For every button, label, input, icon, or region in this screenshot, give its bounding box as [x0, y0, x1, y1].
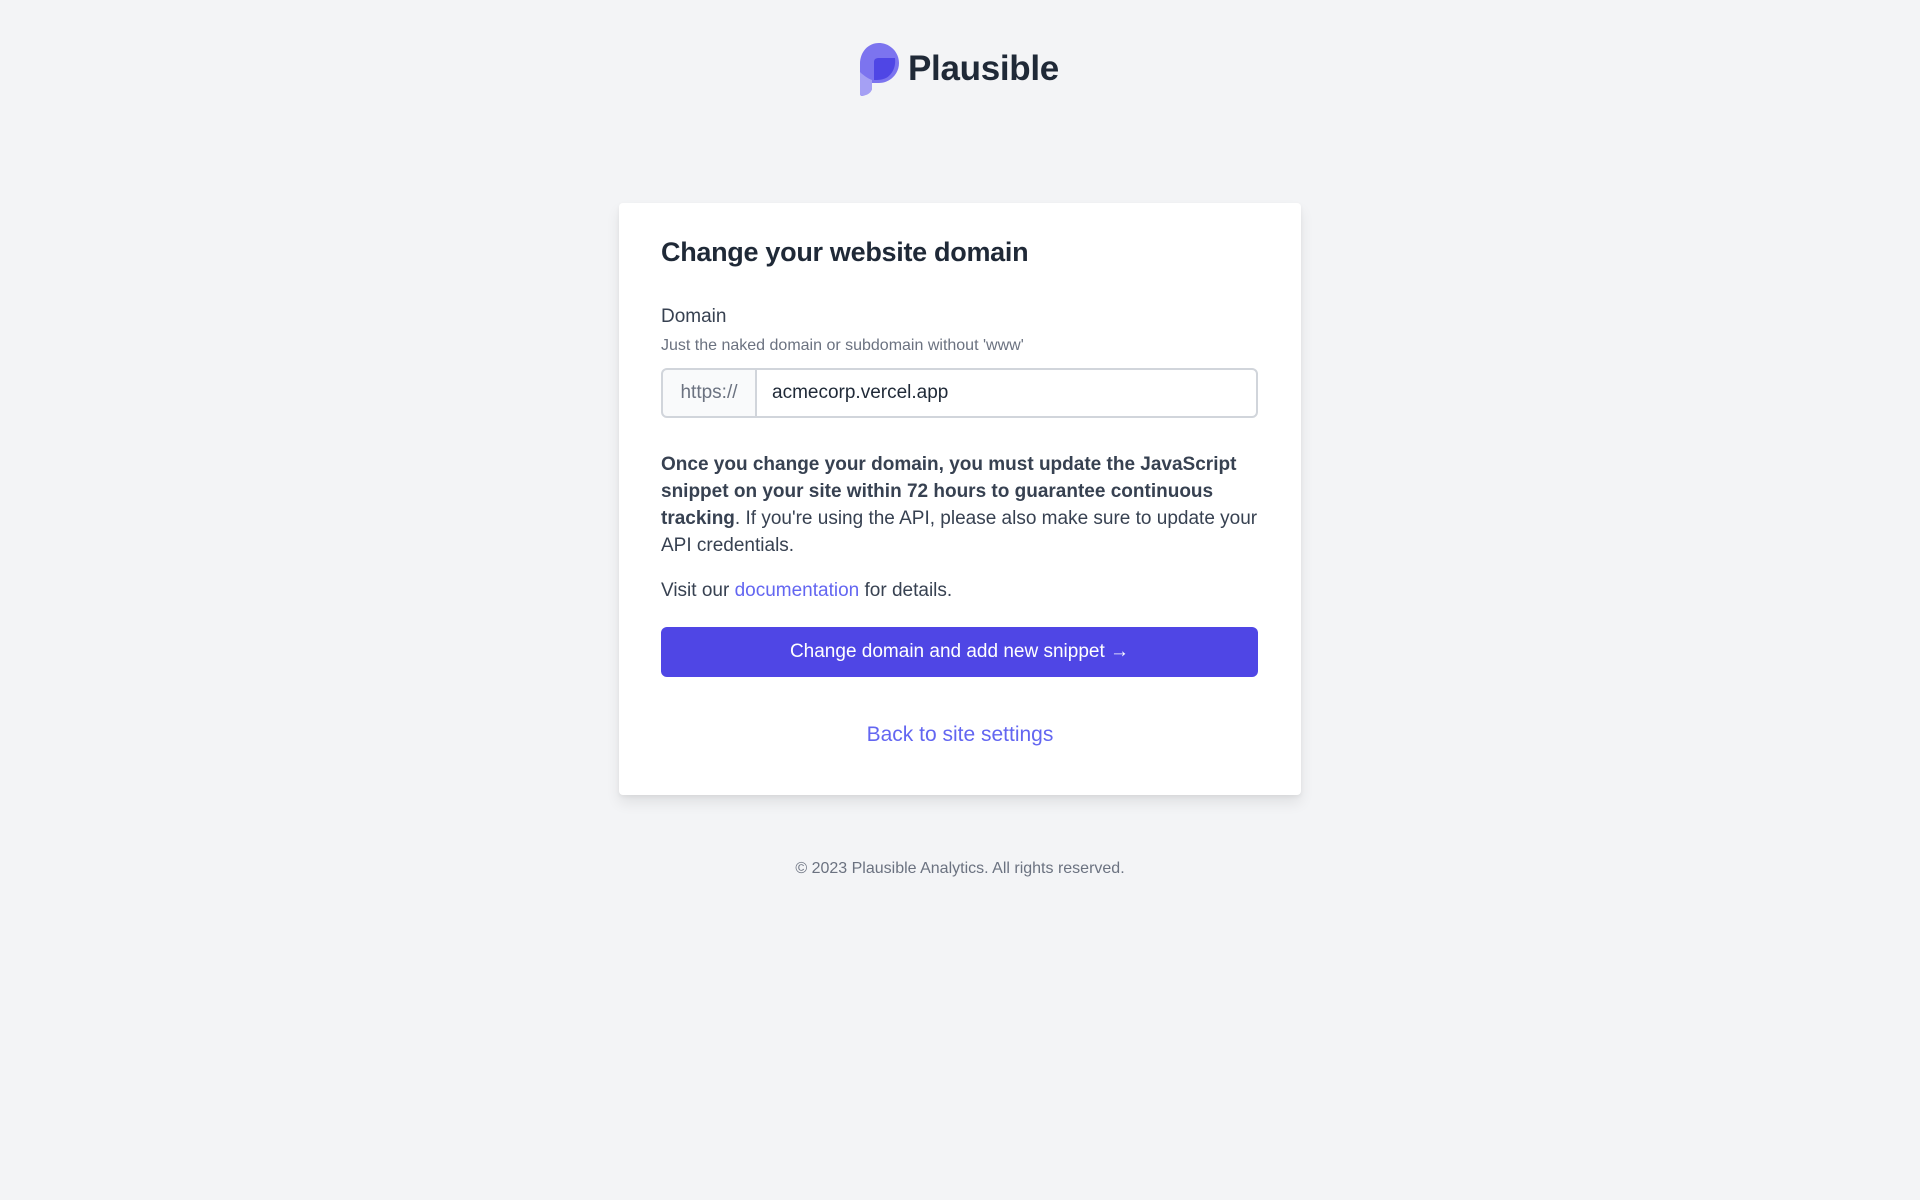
domain-prefix: https://: [661, 368, 756, 418]
docs-suffix: for details.: [859, 580, 953, 601]
back-to-site-settings-link[interactable]: Back to site settings: [619, 723, 1301, 747]
domain-input[interactable]: [756, 368, 1258, 418]
change-domain-card: Change your website domain Domain Just t…: [619, 203, 1301, 795]
domain-label: Domain: [661, 306, 727, 327]
domain-help-text: Just the naked domain or subdomain witho…: [661, 337, 1024, 354]
notice-text: . If you're using the API, please also m…: [661, 508, 1258, 556]
docs-prefix: Visit our: [661, 580, 735, 601]
plausible-logo-icon: [860, 43, 899, 96]
page-title: Change your website domain: [661, 237, 1029, 267]
footer-copyright: © 2023 Plausible Analytics. All rights r…: [795, 860, 1125, 877]
documentation-link[interactable]: documentation: [735, 580, 860, 601]
docs-line: Visit our documentation for details.: [661, 580, 952, 602]
domain-change-notice: Once you change your domain, you must up…: [661, 451, 1261, 559]
brand-name: Plausible: [908, 49, 1059, 88]
domain-input-group: https://: [661, 368, 1258, 418]
change-domain-button[interactable]: Change domain and add new snippet →: [661, 627, 1258, 677]
plausible-logo[interactable]: Plausible: [858, 42, 1059, 96]
